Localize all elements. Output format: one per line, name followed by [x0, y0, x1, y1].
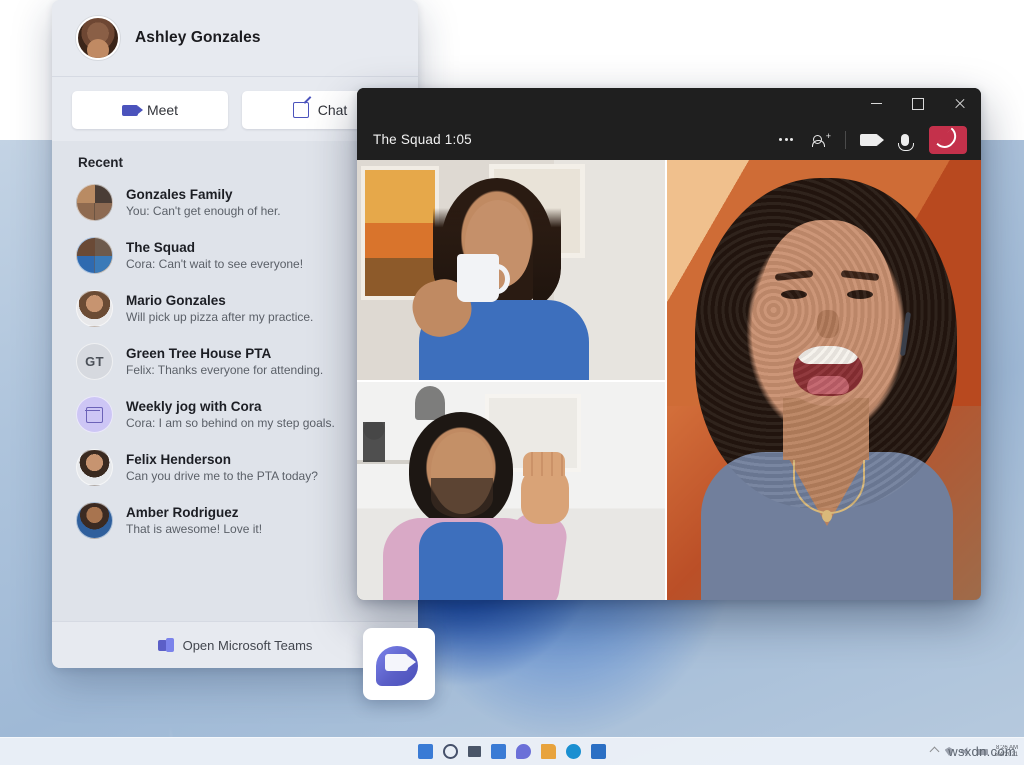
add-people-icon: + — [812, 131, 831, 147]
compose-icon — [292, 102, 309, 118]
chat-preview: That is awesome! Love it! — [126, 522, 263, 536]
participant-shirt — [419, 521, 503, 600]
add-people-button[interactable]: + — [804, 125, 840, 155]
minimize-button[interactable] — [855, 88, 897, 119]
chat-preview: Can you drive me to the PTA today? — [126, 469, 318, 483]
teams-logo-icon — [157, 637, 174, 653]
close-button[interactable] — [939, 88, 981, 119]
chat-avatar — [76, 184, 113, 221]
chat-avatar — [76, 237, 113, 274]
chat-title: Gonzales Family — [126, 187, 233, 202]
participant-tile-top-left[interactable] — [357, 160, 665, 380]
toolbar-divider — [845, 130, 846, 149]
meet-button[interactable]: Meet — [72, 91, 228, 129]
chat-video-glyph — [376, 642, 422, 686]
meet-button-label: Meet — [146, 102, 179, 118]
microphone-toggle-button[interactable] — [887, 125, 923, 155]
coffee-mug — [457, 254, 510, 302]
video-grid-left-column — [357, 160, 665, 600]
start-icon[interactable] — [418, 744, 433, 759]
participant-hair-texture — [694, 178, 957, 508]
necklace-pendant — [821, 510, 832, 522]
maximize-button[interactable] — [897, 88, 939, 119]
camera-icon — [860, 133, 884, 146]
chat-preview: Cora: Can't wait to see everyone! — [126, 257, 304, 271]
flyout-header: Ashley Gonzales — [52, 0, 418, 77]
chat-preview: Felix: Thanks everyone for attending. — [126, 363, 324, 377]
profile-name: Ashley Gonzales — [135, 29, 261, 46]
chat-avatar — [76, 502, 113, 539]
camera-icon — [385, 654, 416, 671]
chevron-up-icon[interactable] — [929, 746, 940, 757]
chat-button-label: Chat — [317, 102, 348, 118]
chat-title: Weekly jog with Cora — [126, 399, 262, 414]
chat-title: The Squad — [126, 240, 196, 255]
chat-title: Felix Henderson — [126, 452, 232, 467]
edge-icon[interactable] — [566, 744, 581, 759]
open-teams-label: Open Microsoft Teams — [182, 637, 313, 653]
camera-toggle-button[interactable] — [851, 125, 887, 155]
microphone-icon — [898, 133, 914, 151]
participant-tile-bottom-left[interactable] — [357, 381, 665, 600]
phone-hangup-icon — [935, 126, 961, 153]
taskbar-icon-group — [418, 744, 606, 759]
teams-chat-app-icon[interactable] — [363, 628, 435, 700]
chat-avatar — [76, 449, 113, 486]
chat-preview: You: Can't get enough of her. — [126, 204, 281, 218]
teams-chat-taskbar-icon[interactable] — [516, 744, 531, 759]
more-options-button[interactable] — [768, 125, 804, 155]
watermark: wsxdn.com — [948, 744, 1016, 759]
task-view-icon[interactable] — [468, 746, 481, 757]
video-grid-right-column — [666, 160, 981, 600]
close-icon — [954, 98, 966, 110]
call-title: The Squad 1:05 — [373, 132, 472, 147]
maximize-icon — [912, 97, 924, 110]
store-icon[interactable] — [591, 744, 606, 759]
window-titlebar — [357, 88, 981, 119]
participant-beard — [431, 477, 493, 518]
chat-avatar — [76, 396, 113, 433]
chat-preview: Will pick up pizza after my practice. — [126, 310, 314, 324]
call-toolbar: The Squad 1:05 + — [357, 119, 981, 160]
participant-tile-right-large[interactable] — [666, 160, 981, 600]
chat-avatar-initials: GT — [76, 343, 113, 380]
video-grid — [357, 160, 981, 600]
chat-title: Mario Gonzales — [126, 293, 226, 308]
ellipsis-icon — [779, 138, 793, 141]
avatar[interactable] — [76, 16, 120, 60]
chat-title: Green Tree House PTA — [126, 346, 272, 361]
video-call-window[interactable]: The Squad 1:05 + — [357, 88, 981, 600]
calendar-icon — [85, 406, 103, 423]
chat-avatar — [76, 290, 113, 327]
plant — [415, 385, 445, 420]
file-explorer-icon[interactable] — [541, 744, 556, 759]
wall-art — [361, 166, 439, 300]
call-controls: + — [768, 125, 981, 155]
figurine — [363, 421, 385, 462]
minimize-icon — [870, 102, 882, 105]
hang-up-button[interactable] — [929, 125, 967, 154]
waving-hand — [521, 451, 569, 524]
chat-title: Amber Rodriguez — [126, 505, 239, 520]
chat-preview: Cora: I am so behind on my step goals. — [126, 416, 335, 430]
widgets-icon[interactable] — [491, 744, 506, 759]
taskbar[interactable]: 8:26 AM 6/4/2021 — [0, 737, 1024, 765]
search-icon[interactable] — [443, 744, 458, 759]
camera-icon — [121, 104, 143, 116]
